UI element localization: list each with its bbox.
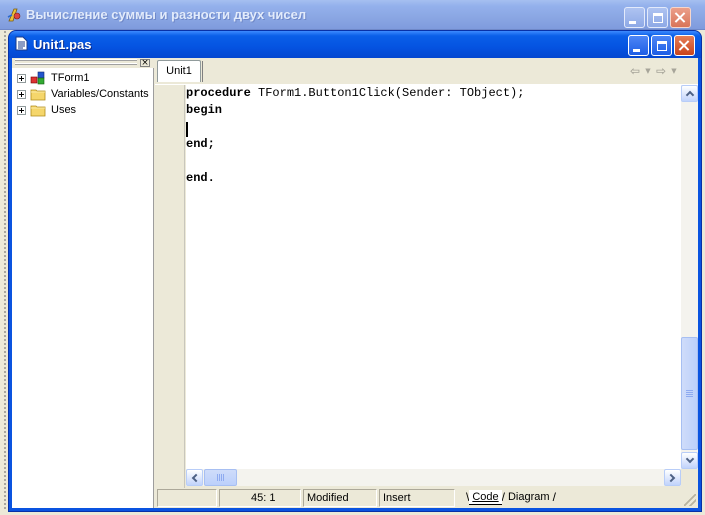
tree-item-tform1[interactable]: TForm1 xyxy=(14,70,149,86)
tree-item-label: TForm1 xyxy=(51,72,90,84)
scroll-up-button[interactable] xyxy=(681,85,698,102)
chevron-left-icon xyxy=(191,473,201,482)
editor-gutter[interactable] xyxy=(155,85,185,488)
code-line: begin xyxy=(186,103,223,117)
maximize-icon xyxy=(652,12,663,23)
outer-minimize-button[interactable] xyxy=(624,7,645,28)
form-design-grid xyxy=(3,30,7,510)
editor-tabstrip: Unit1 ⇦ ▼ ⇨ ▼ xyxy=(155,58,698,84)
view-tabs: \ Code / Diagram / xyxy=(466,490,556,505)
vertical-scrollbar[interactable] xyxy=(681,85,698,469)
expand-plus-icon[interactable] xyxy=(17,105,26,115)
code-line: end; xyxy=(186,137,215,151)
horizontal-scrollbar[interactable] xyxy=(186,469,681,486)
chevron-down-icon[interactable]: ▼ xyxy=(642,67,654,75)
scroll-right-button[interactable] xyxy=(664,469,681,486)
chevron-up-icon xyxy=(685,90,694,100)
code-line: end. xyxy=(186,171,215,185)
modified-indicator: Modified xyxy=(303,489,377,507)
panel-grip[interactable] xyxy=(15,63,137,65)
tree-item-uses[interactable]: Uses xyxy=(14,102,149,118)
code-explorer-panel: × TForm1 Variables/Constants Uses xyxy=(12,58,154,508)
insert-mode-indicator: Insert xyxy=(379,489,455,507)
document-icon xyxy=(15,36,28,51)
editor-window-title: Unit1.pas xyxy=(33,37,92,52)
editor-maximize-button[interactable] xyxy=(651,35,672,56)
minimize-icon xyxy=(629,20,636,24)
editor-minimize-button[interactable] xyxy=(628,35,649,56)
code-line: procedure TForm1.Button1Click(Sender: TO… xyxy=(186,86,525,100)
expand-plus-icon[interactable] xyxy=(17,89,26,99)
horizontal-scroll-thumb[interactable] xyxy=(204,469,237,486)
text-caret xyxy=(186,122,188,137)
panel-grip[interactable] xyxy=(15,59,137,61)
editor-client: × TForm1 Variables/Constants Uses Unit1 … xyxy=(12,58,698,508)
resize-grip-icon[interactable] xyxy=(684,494,696,506)
chevron-down-icon xyxy=(685,454,694,464)
editor-close-button[interactable] xyxy=(674,35,695,56)
class-icon xyxy=(30,71,45,85)
explorer-close-button[interactable]: × xyxy=(140,59,150,68)
scroll-corner xyxy=(681,469,698,486)
chevron-right-icon xyxy=(666,473,676,482)
outer-window-title: Вычисление суммы и разности двух чисел xyxy=(26,7,307,22)
close-icon xyxy=(675,12,686,23)
tab-unit1[interactable]: Unit1 xyxy=(157,60,203,82)
arrow-left-icon[interactable]: ⇦ xyxy=(628,64,642,78)
grip-icon xyxy=(217,474,224,481)
cursor-position: 45: 1 xyxy=(219,489,301,507)
tree-item-label: Uses xyxy=(51,104,77,116)
minimize-icon xyxy=(633,48,640,52)
close-icon xyxy=(679,40,690,51)
folder-icon xyxy=(30,89,46,101)
outer-titlebar[interactable]: Вычисление суммы и разности двух чисел xyxy=(0,0,705,30)
explorer-tree: TForm1 Variables/Constants Uses xyxy=(14,70,149,118)
status-cell-blank xyxy=(157,489,217,507)
vertical-scroll-thumb[interactable] xyxy=(681,337,698,450)
tab-diagram-view[interactable]: Diagram xyxy=(505,490,553,505)
grip-icon xyxy=(686,390,693,397)
expand-plus-icon[interactable] xyxy=(17,73,26,83)
arrow-right-icon[interactable]: ⇨ xyxy=(654,64,668,78)
delphi-app-icon xyxy=(7,8,21,22)
chevron-down-icon[interactable]: ▼ xyxy=(668,67,680,75)
scroll-left-button[interactable] xyxy=(186,469,203,486)
folder-icon xyxy=(30,105,46,117)
tree-item-variables-constants[interactable]: Variables/Constants xyxy=(14,86,149,102)
tree-item-label: Variables/Constants xyxy=(51,88,149,100)
editor-statusbar: 45: 1 Modified Insert \ Code / Diagram / xyxy=(155,488,698,508)
editor-titlebar[interactable]: Unit1.pas xyxy=(9,31,701,58)
editor-window: Unit1.pas × TForm1 Variables/Constants U… xyxy=(9,31,701,511)
explorer-header: × xyxy=(12,58,154,68)
maximize-icon xyxy=(656,40,667,51)
outer-maximize-button[interactable] xyxy=(647,7,668,28)
tab-code-view[interactable]: Code xyxy=(469,490,502,505)
scroll-down-button[interactable] xyxy=(681,452,698,469)
outer-close-button[interactable] xyxy=(670,7,691,28)
history-navigation: ⇦ ▼ ⇨ ▼ xyxy=(628,63,696,79)
code-editor[interactable]: procedure TForm1.Button1Click(Sender: TO… xyxy=(186,85,681,469)
